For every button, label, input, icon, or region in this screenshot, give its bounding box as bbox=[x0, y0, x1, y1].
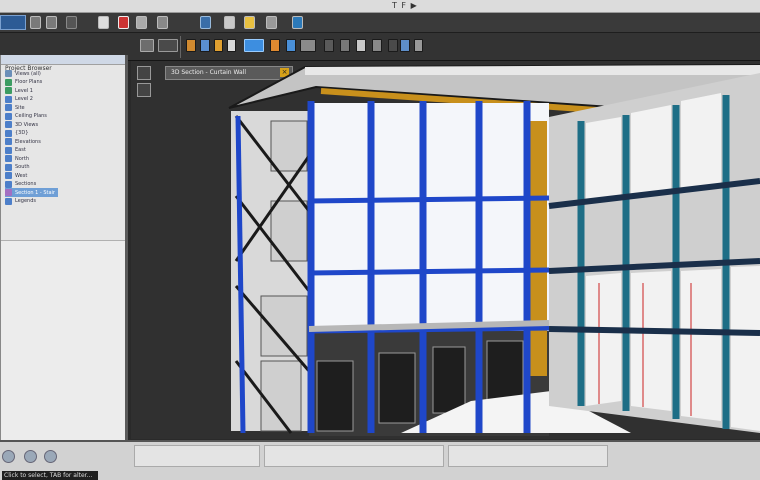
save-icon[interactable] bbox=[46, 16, 57, 29]
tree-item-label: West bbox=[15, 172, 28, 179]
building-model[interactable] bbox=[131, 61, 760, 439]
tree-item-label: East bbox=[15, 147, 26, 153]
tree-item-label: Site bbox=[15, 104, 25, 111]
horizontal-mullion[interactable] bbox=[308, 195, 550, 204]
side-horizontal-mullion[interactable] bbox=[548, 326, 760, 336]
column-tool-icon[interactable] bbox=[356, 39, 366, 52]
component-tool-icon[interactable] bbox=[227, 39, 236, 52]
modify-tool-icon[interactable] bbox=[140, 39, 154, 52]
status-bar: Click to select, TAB for alter... bbox=[0, 440, 760, 480]
door-tool-icon[interactable] bbox=[200, 39, 210, 52]
curtain-wall-glass[interactable] bbox=[309, 103, 549, 333]
tree-item-label: {3D} bbox=[15, 130, 29, 136]
open-icon[interactable] bbox=[30, 16, 41, 29]
view-type-icon bbox=[5, 104, 12, 111]
camera-icon[interactable] bbox=[266, 16, 277, 29]
view-type-icon bbox=[5, 180, 12, 188]
railing-tool-icon[interactable] bbox=[324, 39, 334, 52]
view-type-icon bbox=[5, 129, 12, 137]
view-type-icon bbox=[5, 146, 12, 154]
view-type-icon bbox=[5, 112, 12, 120]
tree-item-label: Ceiling Plans bbox=[15, 113, 47, 119]
quick-access-toolbar bbox=[0, 13, 760, 33]
select-tool-icon[interactable] bbox=[158, 39, 178, 52]
view-type-icon bbox=[5, 155, 12, 162]
redo-icon[interactable] bbox=[98, 16, 109, 29]
view-type-icon bbox=[5, 95, 12, 103]
tree-item-label: Level 2 bbox=[15, 96, 33, 102]
application-window: T F ▶ Project Browser Views (all) Floor … bbox=[0, 0, 760, 480]
ribbon-separator bbox=[180, 36, 181, 58]
sync-icon[interactable] bbox=[157, 16, 168, 29]
properties-panel bbox=[1, 240, 125, 440]
tree-item-label: Floor Plans bbox=[15, 79, 43, 85]
status-field-3 bbox=[448, 445, 608, 467]
beam-tool-icon[interactable] bbox=[372, 39, 382, 52]
title-bar: T F ▶ bbox=[0, 0, 760, 13]
design-options-icon[interactable] bbox=[24, 450, 37, 463]
application-menu-button[interactable] bbox=[0, 15, 26, 30]
close-window-icon[interactable] bbox=[292, 16, 303, 29]
view-type-icon bbox=[5, 189, 12, 196]
tree-item-label: Level 1 bbox=[15, 87, 33, 94]
view-type-icon bbox=[5, 121, 12, 128]
status-field-2 bbox=[264, 445, 444, 467]
project-browser-header: Project Browser bbox=[1, 55, 125, 72]
window-title: T F ▶ bbox=[392, 1, 418, 10]
view-type-icon bbox=[5, 197, 12, 205]
window-tool-icon[interactable] bbox=[214, 39, 223, 52]
curtain-wall-tool-icon[interactable] bbox=[244, 39, 264, 52]
tree-item-label: South bbox=[15, 164, 30, 170]
tree-item-label: North bbox=[15, 155, 29, 162]
undo-icon[interactable] bbox=[66, 16, 77, 29]
tree-item-label: Views (all) bbox=[15, 70, 41, 77]
wall-tool-icon[interactable] bbox=[186, 39, 196, 52]
measure-icon[interactable] bbox=[136, 16, 147, 29]
tree-item[interactable]: Legends bbox=[5, 197, 36, 206]
tree-item-label: Elevations bbox=[15, 138, 41, 145]
tree-item-label: Legends bbox=[15, 198, 36, 204]
status-message: Click to select, TAB for alter... bbox=[2, 471, 98, 480]
stair-tool-icon[interactable] bbox=[300, 39, 316, 52]
view-type-icon bbox=[5, 172, 12, 179]
view-type-icon bbox=[5, 163, 12, 171]
level-tool-icon[interactable] bbox=[400, 39, 410, 52]
section-box-icon[interactable] bbox=[224, 16, 235, 29]
view-type-icon bbox=[5, 87, 12, 94]
filter-icon[interactable] bbox=[44, 450, 57, 463]
worksets-icon[interactable] bbox=[2, 450, 15, 463]
view-type-icon bbox=[5, 78, 12, 86]
horizontal-mullion[interactable] bbox=[308, 267, 550, 276]
3d-view-icon[interactable] bbox=[200, 16, 211, 29]
tree-item-label: Sections bbox=[15, 181, 37, 187]
floor-tool-icon[interactable] bbox=[286, 39, 296, 52]
grid-tool-icon[interactable] bbox=[388, 39, 398, 52]
ref-plane-tool-icon[interactable] bbox=[414, 39, 423, 52]
tree-item-label: Section 1 - Stair bbox=[15, 189, 55, 196]
tree-item-label: 3D Views bbox=[15, 121, 39, 128]
roof-tool-icon[interactable] bbox=[270, 39, 280, 52]
view-type-icon bbox=[5, 70, 12, 77]
project-browser: Project Browser Views (all) Floor Plans Le… bbox=[0, 55, 128, 440]
ramp-tool-icon[interactable] bbox=[340, 39, 350, 52]
view-type-icon bbox=[5, 138, 12, 145]
print-icon[interactable] bbox=[118, 16, 129, 29]
3d-viewport[interactable]: 3D Section - Curtain Wall × bbox=[131, 61, 760, 439]
tag-icon[interactable] bbox=[244, 16, 255, 29]
status-field-1 bbox=[134, 445, 260, 467]
